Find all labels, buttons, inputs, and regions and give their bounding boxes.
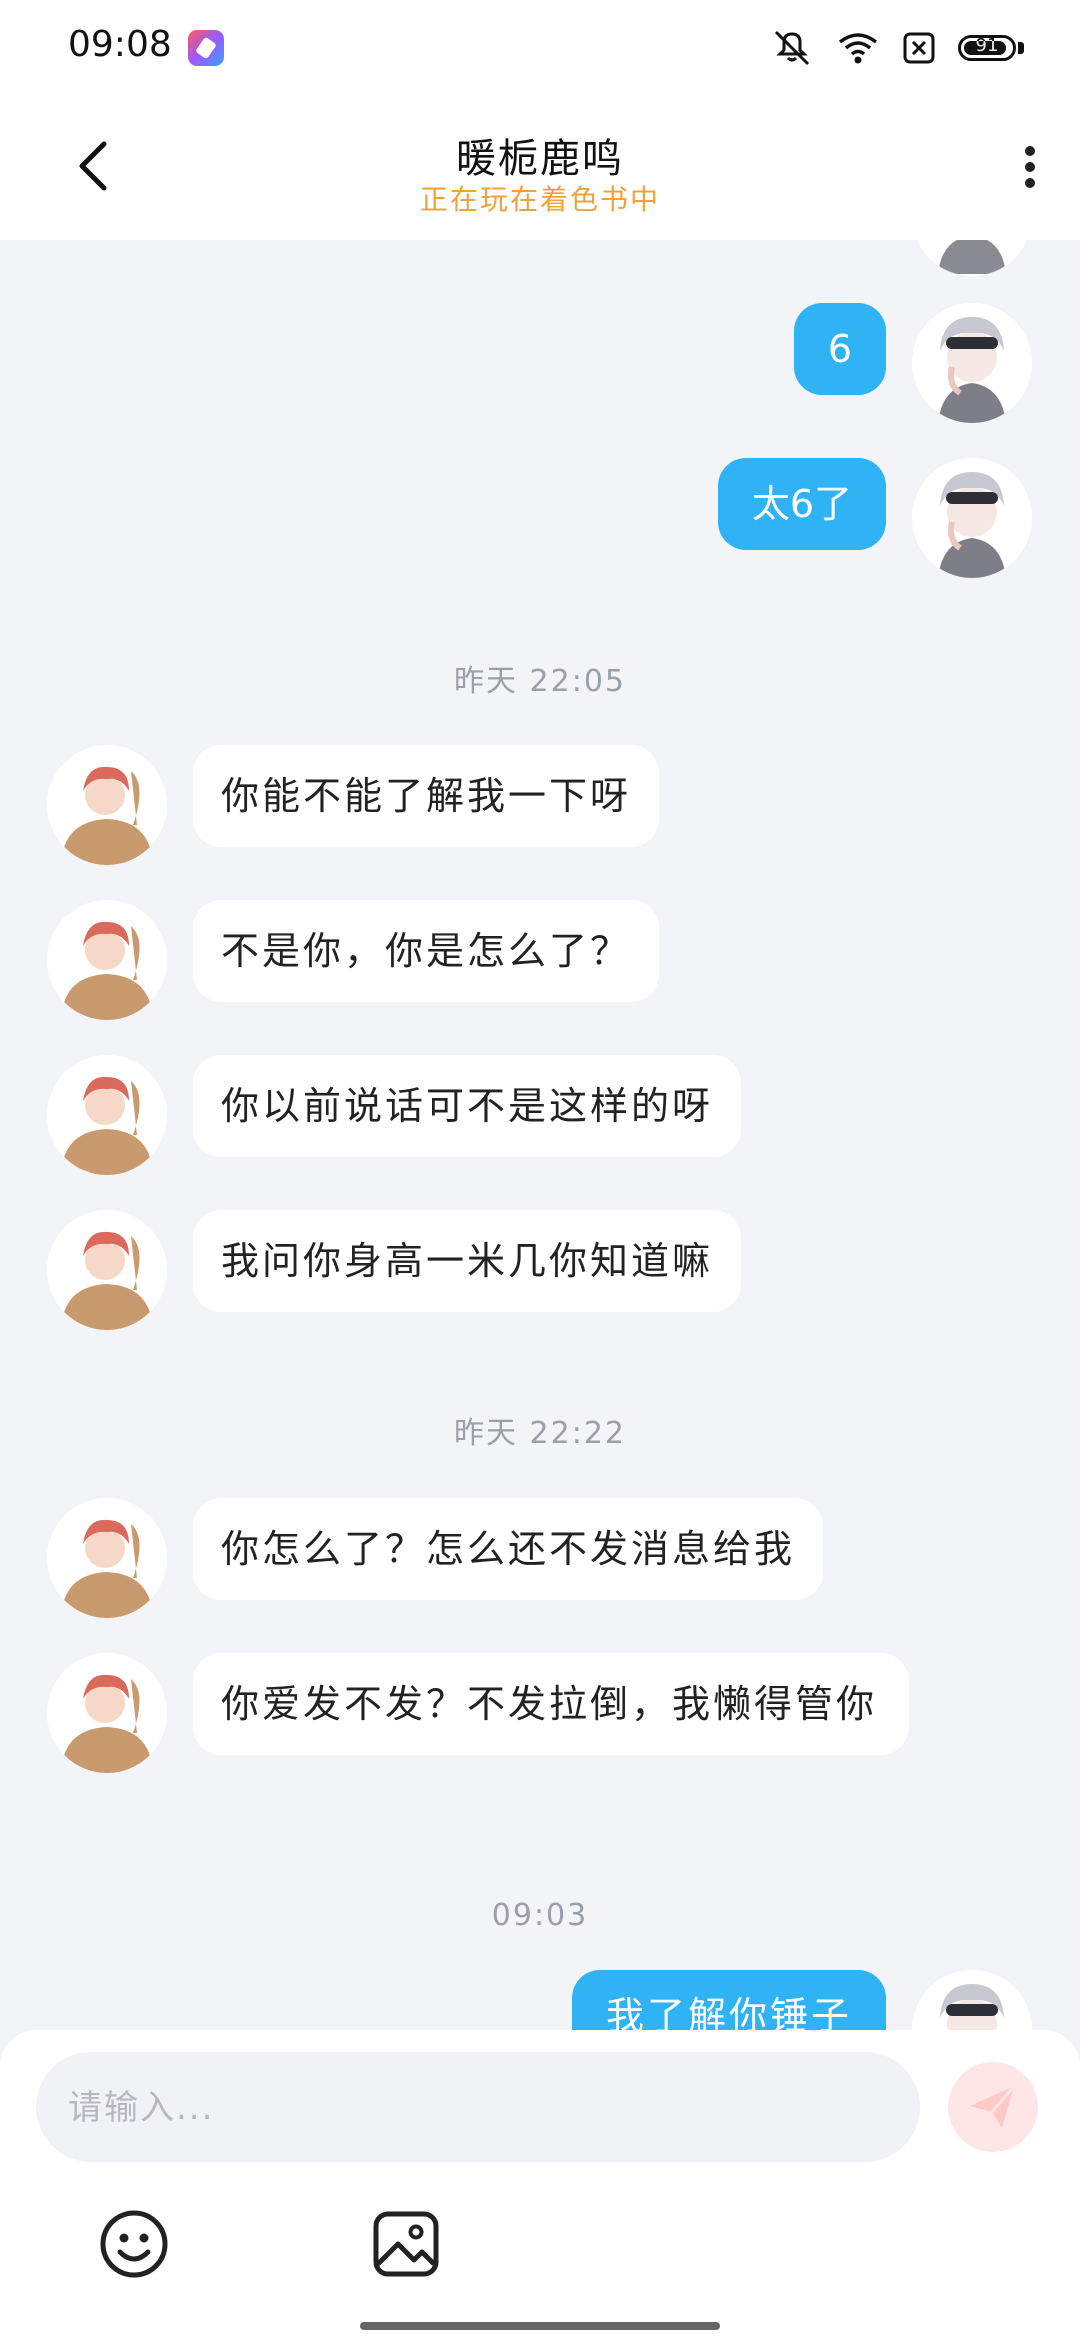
mute-icon bbox=[774, 30, 810, 66]
sent-message-bubble[interactable]: 6 bbox=[793, 303, 886, 395]
emoji-icon bbox=[100, 2210, 168, 2278]
message-list[interactable]: 6 太6了 昨天 22:05 你能不能了解我一下呀 不是你，你是怎么了？ 你以前… bbox=[0, 240, 1080, 2030]
avatar-contact[interactable] bbox=[47, 1210, 167, 1330]
more-vertical-icon bbox=[1010, 146, 1050, 188]
received-message-bubble[interactable]: 你爱发不发？不发拉倒，我懒得管你 bbox=[193, 1653, 909, 1755]
battery-level: 91 bbox=[975, 35, 999, 56]
received-message-bubble[interactable]: 你怎么了？怎么还不发消息给我 bbox=[193, 1498, 824, 1600]
avatar-me[interactable] bbox=[912, 240, 1032, 276]
chat-title: 暖栀鹿鸣 bbox=[456, 136, 624, 182]
wifi-icon bbox=[838, 33, 878, 64]
message-input-box[interactable] bbox=[36, 2052, 920, 2164]
chat-status-subtitle: 正在玩在着色书中 bbox=[419, 183, 660, 216]
status-icons: 91 bbox=[770, 28, 1024, 68]
sent-message-bubble[interactable]: 我了解你锤子 bbox=[571, 1970, 886, 2030]
timestamp-separator: 昨天 22:22 bbox=[454, 1416, 626, 1451]
avatar-contact[interactable] bbox=[47, 900, 167, 1020]
received-message-bubble[interactable]: 不是你，你是怎么了？ bbox=[193, 900, 660, 1002]
image-button[interactable] bbox=[370, 2208, 442, 2280]
more-options-button[interactable] bbox=[1010, 140, 1050, 196]
emoji-button[interactable] bbox=[98, 2208, 170, 2280]
avatar-me[interactable] bbox=[912, 458, 1032, 578]
send-button[interactable] bbox=[948, 2062, 1038, 2152]
avatar-me[interactable] bbox=[912, 303, 1032, 423]
avatar-contact[interactable] bbox=[47, 1055, 167, 1175]
received-message-bubble[interactable]: 你以前说话可不是这样的呀 bbox=[193, 1055, 742, 1157]
received-message-bubble[interactable]: 我问你身高一米几你知道嘛 bbox=[193, 1210, 742, 1312]
app-badge-icon bbox=[188, 30, 224, 66]
battery-icon: 91 bbox=[958, 35, 1016, 61]
avatar-contact[interactable] bbox=[47, 1498, 167, 1618]
image-icon bbox=[373, 2211, 439, 2277]
composer-panel bbox=[0, 2030, 1080, 2340]
timestamp-separator: 昨天 22:05 bbox=[454, 664, 626, 699]
timestamp-separator: 09:03 bbox=[491, 1898, 589, 1933]
message-input[interactable] bbox=[66, 2052, 890, 2164]
avatar-contact[interactable] bbox=[47, 1653, 167, 1773]
received-message-bubble[interactable]: 你能不能了解我一下呀 bbox=[193, 745, 660, 847]
status-time: 09:08 bbox=[68, 24, 172, 65]
send-icon bbox=[970, 2085, 1016, 2128]
status-bar: 09:08 91 bbox=[0, 0, 1080, 96]
home-indicator[interactable] bbox=[360, 2322, 720, 2330]
avatar-me[interactable] bbox=[912, 1970, 1032, 2030]
chat-header: 暖栀鹿鸣 正在玩在着色书中 bbox=[0, 96, 1080, 240]
sim-off-icon bbox=[903, 32, 935, 64]
avatar-contact[interactable] bbox=[47, 745, 167, 865]
sent-message-bubble[interactable]: 太6了 bbox=[717, 458, 886, 550]
battery-nub bbox=[1018, 42, 1024, 54]
